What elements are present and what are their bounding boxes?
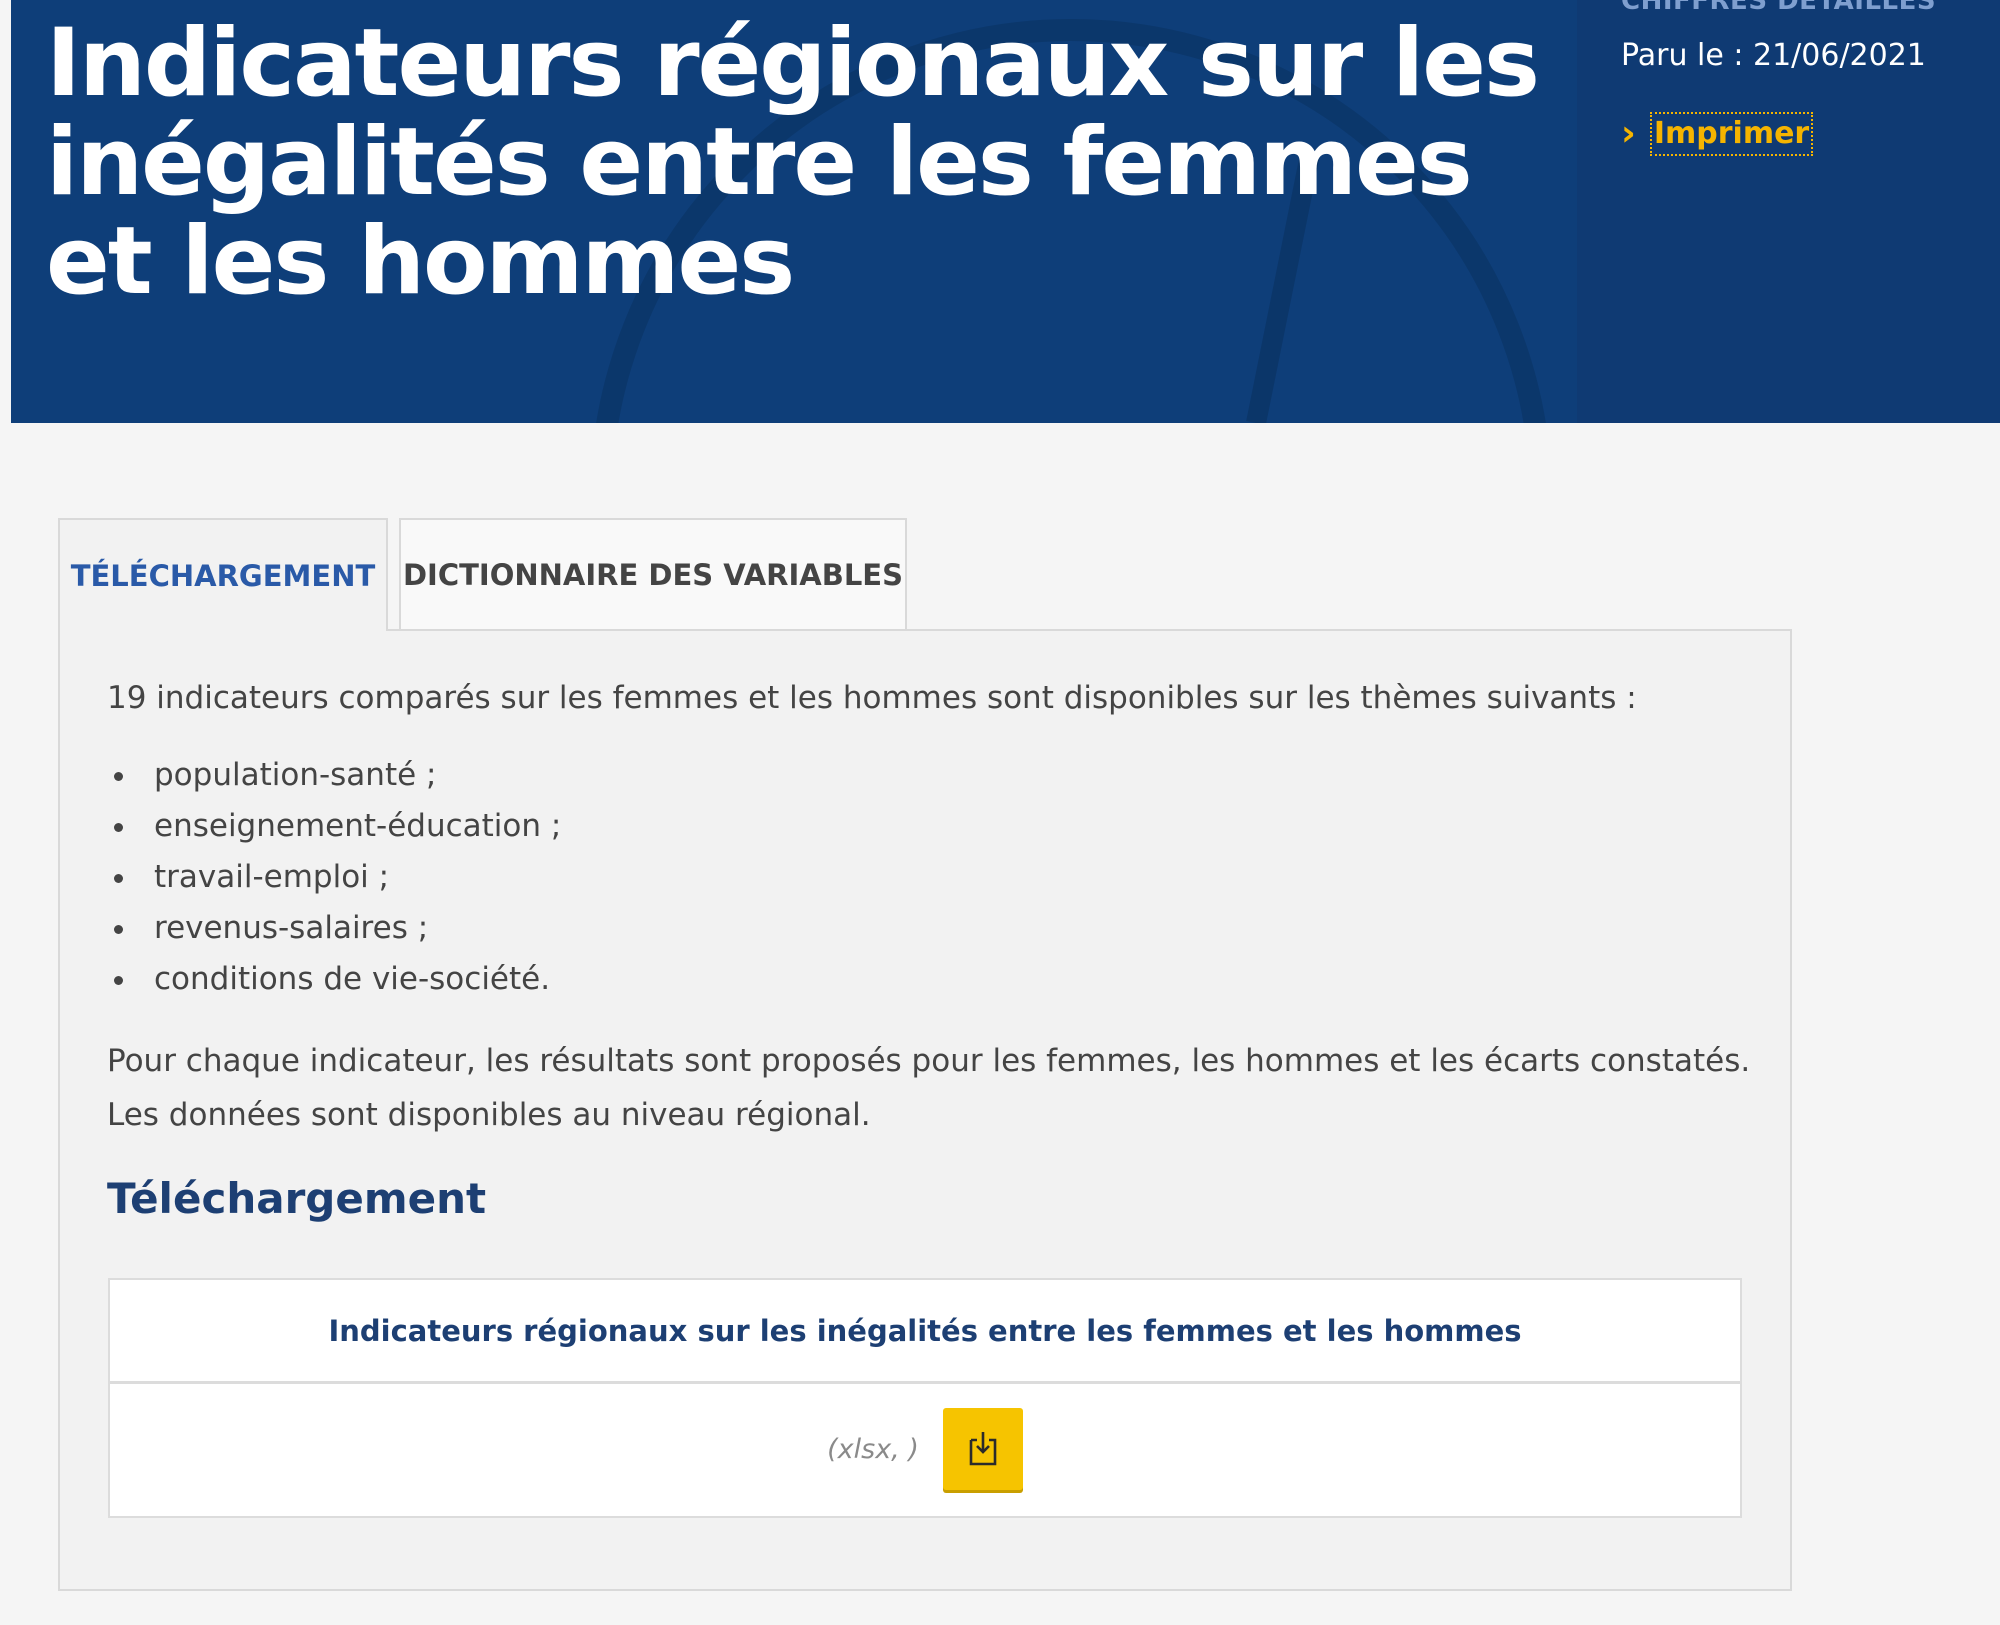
tab-dictionnaire-des-variables[interactable]: DICTIONNAIRE DES VARIABLES <box>399 518 907 631</box>
download-table-header: Indicateurs régionaux sur les inégalités… <box>110 1280 1740 1384</box>
chevron-right-icon: › <box>1621 113 1636 154</box>
download-button[interactable] <box>942 1408 1023 1490</box>
category-label: CHIFFRES DÉTAILLÉS <box>1621 0 1937 16</box>
list-item: enseignement-éducation ; <box>107 801 561 852</box>
print-link[interactable]: › Imprimer <box>1621 112 1814 156</box>
section-heading: Téléchargement <box>107 1174 487 1223</box>
themes-list: population-santé ; enseignement-éducatio… <box>107 750 561 1005</box>
list-item: conditions de vie-société. <box>107 954 561 1005</box>
download-table: Indicateurs régionaux sur les inégalités… <box>108 1278 1742 1518</box>
download-icon <box>969 1432 997 1466</box>
list-item: population-santé ; <box>107 750 561 801</box>
file-format-label: (xlsx, ) <box>827 1433 919 1465</box>
intro-text: 19 indicateurs comparés sur les femmes e… <box>107 680 1637 716</box>
list-item: travail-emploi ; <box>107 852 561 903</box>
tab-telechargement[interactable]: TÉLÉCHARGEMENT <box>58 518 388 631</box>
publication-date: Paru le : 21/06/2021 <box>1621 38 1926 73</box>
list-item: revenus-salaires ; <box>107 903 561 954</box>
print-label: Imprimer <box>1649 112 1814 156</box>
download-table-row: (xlsx, ) <box>110 1384 1740 1514</box>
page-title: Indicateurs régionaux sur les inégalités… <box>46 9 1540 316</box>
description-paragraph: Pour chaque indicateur, les résultats so… <box>107 1043 1751 1133</box>
